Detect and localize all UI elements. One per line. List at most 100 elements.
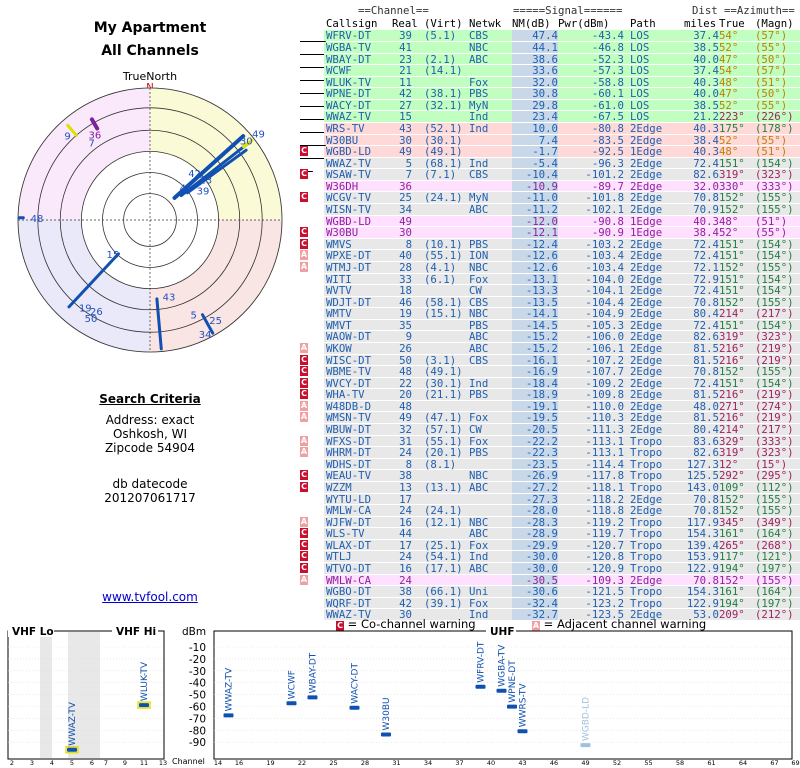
table-row[interactable]: C WBME-TV 48 (49.1) -16.9 -107.7 2Edge 70.8 152°… [300, 366, 800, 378]
table-row[interactable]: WFRV-DT 39 (5.1) CBS 47.4 -43.4 LOS 37.4 54° (57°… [300, 30, 800, 42]
channel-tick: 34 [424, 759, 432, 767]
table-row[interactable]: WMTV 19 (15.1) NBC -14.1 -104.9 2Edge 80.4 214° (… [300, 308, 800, 320]
cell-mag: (219°) [755, 389, 794, 401]
table-row[interactable]: A WTMJ-DT 28 (4.1) NBC -12.6 -103.4 2Edge 72.1 15… [300, 261, 800, 274]
table-row[interactable]: A WFXS-DT 31 (55.1) Fox -22.2 -113.1 Tropo 83.6 3… [300, 435, 800, 448]
table-row[interactable]: WMLW-CA 24 (24.1) -28.0 -118.8 2Edge 70.8 152° (… [300, 505, 800, 517]
table-row[interactable]: C WSAW-TV 7 (7.1) CBS -10.4 -101.2 2Edge 82.6 319… [300, 169, 800, 181]
cell-mag: (323°) [755, 331, 794, 343]
table-row[interactable]: C WTLJ 24 (54.1) Ind -30.0 -120.8 Tropo 153.9 117… [300, 551, 800, 563]
cell-dist: 21.2 [693, 111, 719, 123]
co-channel-badge: C [300, 146, 308, 157]
table-row[interactable]: WGBA-TV 41 NBC 44.1 -46.8 LOS 38.5 52° (55°) [300, 41, 800, 54]
table-row[interactable]: WACY-DT 27 (32.1) MyN 29.8 -61.0 LOS 38.5 52° (55… [300, 99, 800, 112]
cell-path: LOS [630, 99, 650, 112]
cell-nm: -23.5 [525, 458, 558, 471]
table-row[interactable]: C WLS-TV 44 ABC -28.9 -119.7 Tropo 154.3 161° (16… [300, 528, 800, 540]
table-row[interactable]: C WISC-DT 50 (3.1) CBS -16.1 -107.2 2Edge 81.5 21… [300, 354, 800, 367]
cell-nm: -11.0 [525, 192, 558, 205]
cell-nm: -28.9 [525, 528, 558, 540]
spectrum-bar-label: WPNE-DT [508, 660, 518, 703]
table-row[interactable]: C WLAX-DT 17 (25.1) Fox -29.9 -120.7 Tropo 139.4… [300, 539, 800, 552]
table-row[interactable]: A W48DB-D 48 -19.1 -110.0 2Edge 48.0 271° (274°) [300, 400, 800, 413]
table-row[interactable]: A WMSN-TV 49 (47.1) Fox -19.5 -110.3 2Edge 81.5 2… [300, 412, 800, 424]
table-row[interactable]: C W30BU 30 -12.1 -90.9 1Edge 38.4 52° (55°) [300, 227, 800, 239]
spectrum-bar-label: W30BU [382, 697, 392, 730]
tvfool-link[interactable]: www.tvfool.com [102, 590, 198, 604]
co-channel-badge: C [300, 377, 308, 388]
cell-net: Fox [469, 597, 489, 610]
table-row[interactable]: WBAY-DT 23 (2.1) ABC 38.6 -52.3 LOS 40.0 47° (50°… [300, 53, 800, 66]
cell-path: 2Edge [630, 505, 663, 517]
table-row[interactable]: WLUK-TV 11 Fox 32.0 -58.8 LOS 40.3 48° (51°) [300, 76, 800, 89]
table-row[interactable]: WDHS-DT 8 (8.1) -23.5 -114.4 Tropo 127.3 12° (15… [300, 458, 800, 471]
page-title: My Apartment [93, 20, 207, 36]
table-row[interactable]: W30BU 30 (30.1) 7.4 -83.5 2Edge 38.4 52° (55°) [300, 134, 800, 147]
cell-dist: 40.0 [693, 88, 719, 100]
table-row[interactable]: C WTVO-DT 16 (17.1) ABC -30.0 -120.9 Tropo 122.9… [300, 562, 800, 575]
table-row[interactable]: WISN-TV 34 ABC -11.2 -102.1 2Edge 70.9 152° (155… [300, 204, 800, 216]
table-row[interactable]: WVTV 18 CW -13.3 -104.1 2Edge 72.4 151° (154°) [300, 285, 800, 297]
table-row[interactable]: WGBD-LD 49 -12.0 -90.8 1Edge 40.3 48° (51°) [300, 215, 800, 228]
cell-real: 44 [399, 528, 412, 540]
cell-path: LOS [630, 65, 650, 77]
cell-pwr: -92.5 [591, 146, 624, 158]
table-row[interactable]: WWAZ-TV 15 Ind 23.4 -67.5 LOS 21.2 223° (226°) [300, 111, 800, 123]
table-row[interactable]: A WHRM-DT 24 (20.1) PBS -22.3 -113.1 Tropo 82.6 3… [300, 447, 800, 459]
table-row[interactable]: C WEAU-TV 38 NBC -26.9 -117.8 Tropo 125.5 292° (2… [300, 470, 800, 482]
table-row[interactable]: WRS-TV 43 (52.1) Ind 10.0 -80.8 2Edge 40.3 175° (… [300, 123, 800, 135]
cell-pwr: -90.8 [591, 215, 624, 228]
table-row[interactable]: C WVCY-DT 22 (30.1) Ind -18.4 -109.2 2Edge 72.4 1… [300, 377, 800, 390]
cell-nm: -28.3 [525, 516, 558, 529]
cell-real: 35 [399, 319, 412, 332]
table-row[interactable]: WAOW-DT 9 ABC -15.2 -106.0 2Edge 82.6 319° (323°… [300, 331, 800, 343]
cell-dist: 82.6 [693, 169, 719, 181]
table-row[interactable]: A WMLW-CA 24 -30.5 -109.3 2Edge 70.8 152° (155°) [300, 574, 800, 587]
table-row[interactable]: WPNE-DT 42 (38.1) PBS 30.8 -60.1 LOS 40.0 47° (50… [300, 88, 800, 100]
cell-call: WYTU-LD [326, 493, 372, 506]
table-row[interactable]: WCWF 21 (14.1) 33.6 -57.3 LOS 37.4 54° (57°) [300, 65, 800, 77]
cell-net: ABC [469, 204, 489, 216]
cell-virt: (66.1) [424, 586, 463, 598]
cell-call: WBAY-DT [326, 53, 372, 66]
dbm-tick: -70 [189, 713, 206, 725]
cell-call: WMLW-CA [326, 505, 372, 517]
cell-real: 5 [405, 157, 412, 170]
co-channel-badge: C [300, 238, 308, 249]
table-row[interactable]: WYTU-LD 17 -27.3 -118.2 2Edge 70.8 152° (155°) [300, 493, 800, 506]
table-row[interactable]: C WGBD-LD 49 (49.1) -1.7 -92.5 1Edge 40.3 48° (51… [300, 146, 800, 158]
table-row[interactable]: WDJT-DT 46 (58.1) CBS -13.5 -104.4 2Edge 70.8 15… [300, 296, 800, 309]
table-row[interactable]: C WZZM 13 (13.1) ABC -27.2 -118.1 Tropo 143.0 109… [300, 481, 800, 494]
table-row[interactable]: W36DH 36 -10.9 -89.7 2Edge 32.0 330° (333°) [300, 180, 800, 193]
cell-real: 46 [399, 296, 412, 309]
table-row[interactable]: C WCGV-TV 25 (24.1) MyN -11.0 -101.8 2Edge 70.8 1… [300, 192, 800, 204]
table-row[interactable]: C WMVS 8 (10.1) PBS -12.4 -103.2 2Edge 72.4 151° (… [300, 238, 800, 251]
table-row[interactable]: WMVT 35 PBS -14.5 -105.3 2Edge 72.4 151° (154°) [300, 319, 800, 332]
radar-label: 19 [79, 304, 92, 315]
cell-mag: (55°) [755, 99, 788, 112]
cell-path: 2Edge [630, 424, 663, 436]
table-row[interactable]: WGBO-DT 38 (66.1) Uni -30.6 -121.5 Tropo 154.3 1… [300, 586, 800, 598]
cell-real: 24 [399, 551, 412, 563]
cell-nm: -28.0 [525, 505, 558, 517]
cell-pwr: -104.1 [585, 285, 624, 297]
cell-net: Ind [469, 157, 489, 170]
cell-dist: 139.4 [686, 539, 719, 552]
table-row[interactable]: C WHA-TV 20 (21.1) PBS -18.9 -109.8 2Edge 81.5 21… [300, 389, 800, 401]
cell-pwr: -89.7 [591, 180, 624, 193]
cell-call: WISN-TV [326, 204, 372, 216]
table-row[interactable]: A WKOW 26 ABC -15.2 -106.1 2Edge 81.5 216° (219°) [300, 342, 800, 355]
cell-az: 54° [719, 65, 739, 77]
co-channel-badge: C [300, 354, 308, 365]
cell-net: PBS [469, 319, 489, 332]
table-row[interactable]: WWAZ-TV 5 (68.1) Ind -5.4 -96.3 2Edge 72.4 151° (… [300, 157, 800, 170]
table-row[interactable]: A WPXE-DT 40 (55.1) ION -12.6 -103.4 2Edge 72.4 1… [300, 250, 800, 262]
cell-nm: -14.1 [525, 308, 558, 320]
cell-mag: (112°) [755, 481, 794, 494]
table-row[interactable]: WQRF-DT 42 (39.1) Fox -32.4 -123.2 Tropo 122.9 1… [300, 597, 800, 610]
table-row[interactable]: WBUW-DT 32 (57.1) CW -20.5 -111.3 2Edge 80.4 214… [300, 424, 800, 436]
table-row[interactable]: A WJFW-DT 16 (12.1) NBC -28.3 -119.2 Tropo 117.9… [300, 516, 800, 529]
cell-net: MyN [469, 192, 489, 205]
cell-call: WTLJ [326, 551, 352, 563]
table-row[interactable]: WITI 33 (6.1) Fox -13.1 -104.0 2Edge 72.9 151° (1… [300, 273, 800, 286]
